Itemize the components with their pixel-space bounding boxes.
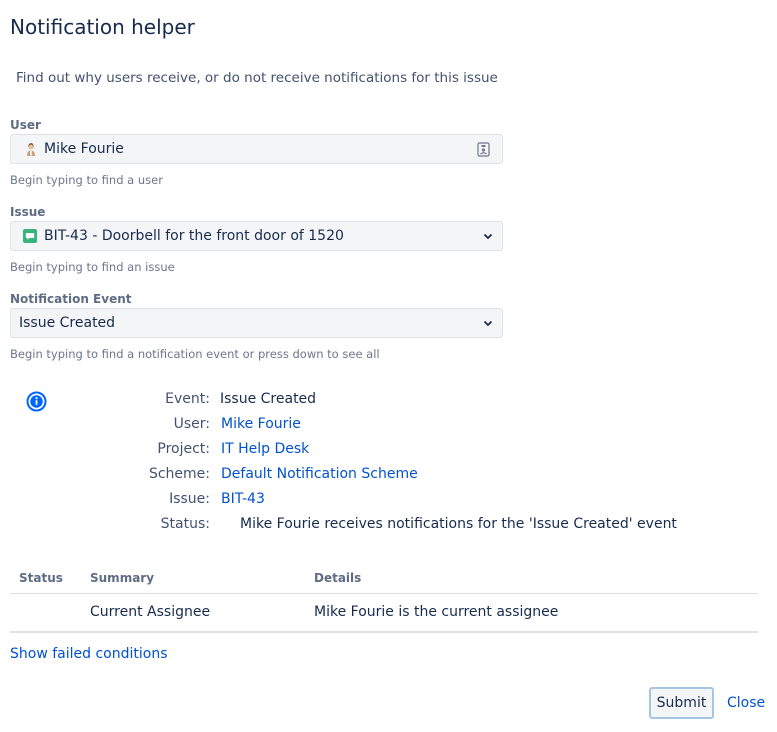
chevron-down-icon[interactable] (483, 233, 493, 240)
result-event-key: Event: (165, 391, 210, 407)
issue-field-help: Begin typing to find an issue (10, 260, 175, 274)
result-scheme-link[interactable]: Default Notification Scheme (221, 466, 418, 482)
row-summary-cell: Current Assignee (90, 604, 211, 620)
result-user-link[interactable]: Mike Fourie (221, 416, 301, 432)
event-field-value: Issue Created (19, 315, 116, 331)
result-event-value: Issue Created (220, 391, 317, 407)
result-status-value: Mike Fourie receives notifications for t… (240, 516, 677, 532)
chevron-down-icon[interactable] (483, 320, 493, 327)
show-failed-conditions-link[interactable]: Show failed conditions (10, 646, 168, 662)
table-header-divider (10, 593, 758, 594)
result-issue-link[interactable]: BIT-43 (221, 491, 265, 507)
row-details-cell: Mike Fourie is the current assignee (314, 604, 559, 620)
event-field-label: Notification Event (10, 292, 132, 306)
column-header-status: Status (19, 571, 63, 585)
submit-button[interactable]: Submit (649, 687, 714, 719)
user-field-label: User (10, 118, 41, 132)
result-project-key: Project: (157, 441, 210, 457)
result-scheme-key: Scheme: (148, 466, 210, 482)
notification-event-select[interactable]: Issue Created (10, 308, 503, 338)
issue-field-label: Issue (10, 205, 46, 219)
table-bottom-divider (10, 631, 758, 633)
dialog-description: Find out why users receive, or do not re… (16, 70, 498, 86)
result-status-key: Status: (160, 516, 210, 532)
user-field-value: Mike Fourie (44, 141, 124, 157)
dialog-title: Notification helper (10, 15, 195, 39)
issue-picker-field[interactable]: BIT-43 - Doorbell for the front door of … (10, 221, 503, 251)
issue-field-value: BIT-43 - Doorbell for the front door of … (44, 228, 344, 244)
column-header-details: Details (314, 571, 362, 585)
event-field-help: Begin typing to find a notification even… (10, 347, 380, 361)
clear-field-icon[interactable] (477, 142, 490, 157)
user-field-help: Begin typing to find a user (10, 173, 163, 187)
user-picker-field[interactable]: Mike Fourie (10, 134, 503, 164)
service-request-icon (23, 229, 37, 243)
result-user-key: User: (173, 416, 210, 432)
user-avatar-icon (27, 143, 35, 156)
result-issue-key: Issue: (169, 491, 210, 507)
column-header-summary: Summary (90, 571, 155, 585)
result-project-link[interactable]: IT Help Desk (221, 441, 309, 457)
close-link[interactable]: Close (727, 695, 765, 711)
